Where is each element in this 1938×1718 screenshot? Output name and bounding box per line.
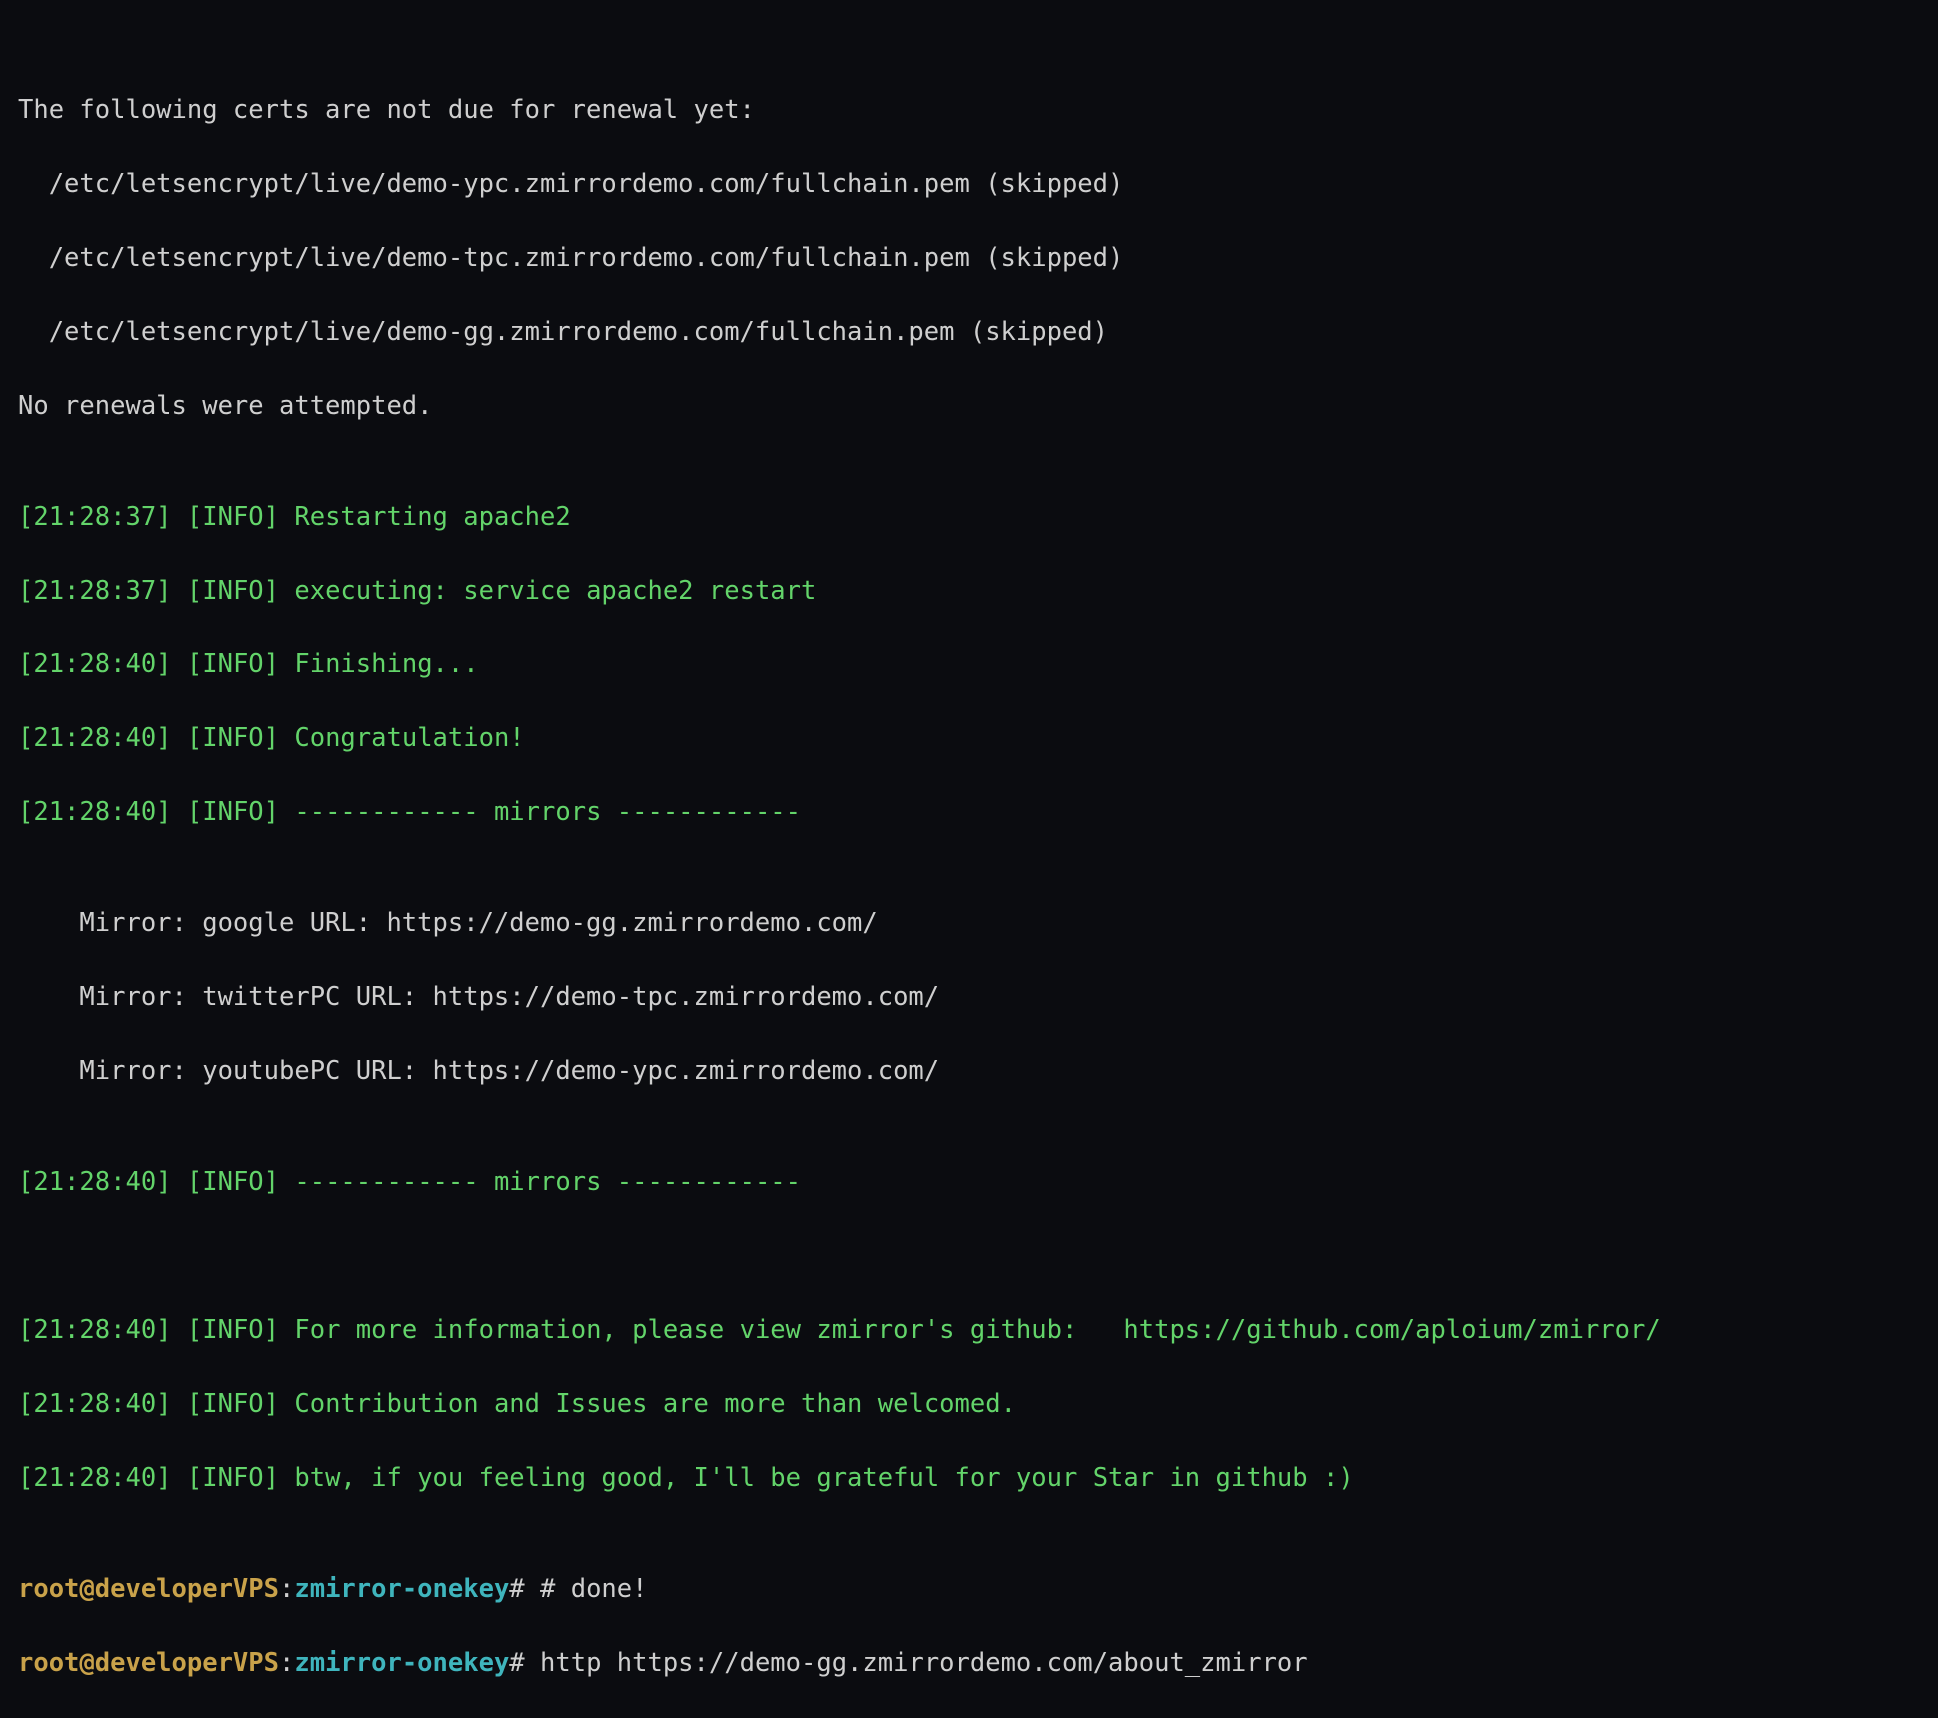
certs-header: The following certs are not due for rene…: [18, 92, 1920, 129]
cert-line: /etc/letsencrypt/live/demo-gg.zmirrordem…: [18, 314, 1920, 351]
terminal[interactable]: The following certs are not due for rene…: [0, 0, 1938, 1718]
log-line: [21:28:40] [INFO] Congratulation!: [18, 720, 1920, 757]
log-line: [21:28:40] [INFO] Contribution and Issue…: [18, 1386, 1920, 1423]
log-line: [21:28:40] [INFO] ------------ mirrors -…: [18, 794, 1920, 831]
log-line: [21:28:40] [INFO] btw, if you feeling go…: [18, 1460, 1920, 1497]
mirror-line: Mirror: twitterPC URL: https://demo-tpc.…: [18, 979, 1920, 1016]
log-line: [21:28:37] [INFO] executing: service apa…: [18, 573, 1920, 610]
prompt-line: root@developerVPS:zmirror-onekey# http h…: [18, 1645, 1920, 1682]
cert-line: /etc/letsencrypt/live/demo-ypc.zmirrorde…: [18, 166, 1920, 203]
log-line: [21:28:37] [INFO] Restarting apache2: [18, 499, 1920, 536]
blank-line: [18, 1238, 1920, 1275]
cert-line: /etc/letsencrypt/live/demo-tpc.zmirrorde…: [18, 240, 1920, 277]
mirror-line: Mirror: youtubePC URL: https://demo-ypc.…: [18, 1053, 1920, 1090]
no-renewals: No renewals were attempted.: [18, 388, 1920, 425]
mirror-line: Mirror: google URL: https://demo-gg.zmir…: [18, 905, 1920, 942]
prompt-line: root@developerVPS:zmirror-onekey# # done…: [18, 1571, 1920, 1608]
log-line: [21:28:40] [INFO] Finishing...: [18, 646, 1920, 683]
log-line: [21:28:40] [INFO] For more information, …: [18, 1312, 1920, 1349]
log-line: [21:28:40] [INFO] ------------ mirrors -…: [18, 1164, 1920, 1201]
